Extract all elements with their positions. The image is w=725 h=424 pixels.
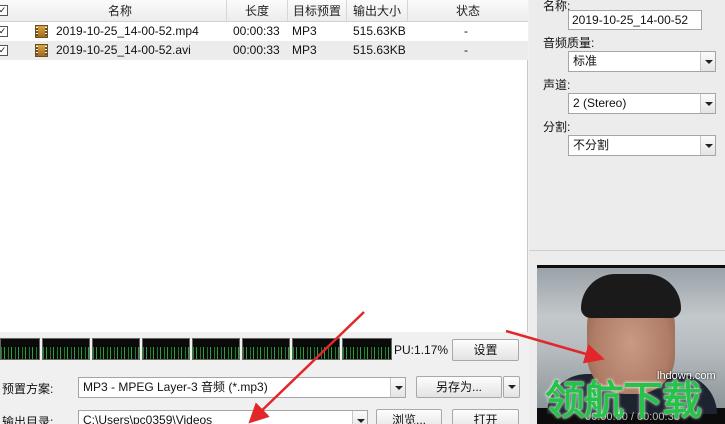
chevron-down-icon[interactable] — [390, 378, 405, 397]
cpu-usage: PU:1.17% — [394, 343, 448, 357]
channel-label: 声道: — [543, 78, 571, 92]
meter-segment — [0, 338, 40, 360]
split-label: 分割: — [543, 120, 571, 134]
output-name-field[interactable]: 2019-10-25_14-00-52 — [568, 10, 702, 30]
video-frame-hair — [581, 274, 681, 318]
chevron-down-icon[interactable] — [700, 94, 715, 113]
channel-select[interactable]: 2 (Stereo) — [568, 93, 716, 114]
file-preset: MP3 — [292, 24, 317, 38]
meter-segment — [242, 338, 290, 360]
file-list-header: ✓ 名称 长度 目标预置 输出大小 状态 — [0, 0, 528, 22]
file-output-size: 515.63KB — [353, 43, 406, 57]
chevron-down-icon[interactable] — [352, 411, 367, 424]
audio-quality-label: 音频质量: — [543, 36, 595, 50]
split-select[interactable]: 不分割 — [568, 135, 716, 156]
file-length: 00:00:33 — [233, 24, 280, 38]
split-value: 不分割 — [573, 138, 610, 152]
save-as-button[interactable]: 另存为... — [416, 376, 502, 398]
file-name: 2019-10-25_14-00-52.avi — [56, 43, 191, 57]
row-checkbox[interactable]: ✓ — [0, 45, 8, 56]
meter-segment — [292, 338, 340, 360]
file-name: 2019-10-25_14-00-52.mp4 — [56, 24, 199, 38]
channel-value: 2 (Stereo) — [573, 96, 627, 110]
preset-label: 预置方案: — [2, 382, 54, 396]
meter-segment — [192, 338, 240, 360]
chevron-down-icon[interactable] — [700, 52, 715, 71]
audio-quality-value: 标准 — [573, 54, 598, 68]
chevron-down-icon — [504, 377, 519, 396]
cpu-value: 1.17% — [414, 343, 449, 357]
file-list[interactable]: ✓ 名称 长度 目标预置 输出大小 状态 ✓ 2019-10-25_14-00-… — [0, 0, 528, 332]
table-row[interactable]: ✓ 2019-10-25_14-00-52.avi 00:00:33 MP3 5… — [0, 41, 528, 60]
browse-button[interactable]: 浏览... — [376, 409, 442, 424]
preset-value: MP3 - MPEG Layer-3 音频 (*.mp3) — [83, 380, 268, 394]
column-header-length[interactable]: 长度 — [227, 0, 288, 22]
output-dir-value: C:\Users\pc0359\Videos — [83, 413, 213, 424]
save-as-menu-button[interactable] — [503, 376, 520, 398]
file-status: - — [464, 24, 468, 38]
row-checkbox[interactable]: ✓ — [0, 26, 8, 37]
preset-select[interactable]: MP3 - MPEG Layer-3 音频 (*.mp3) — [78, 377, 406, 398]
video-file-icon — [35, 44, 48, 57]
select-all-checkbox[interactable]: ✓ — [0, 5, 8, 16]
chevron-down-icon[interactable] — [700, 136, 715, 155]
panel-divider — [529, 250, 725, 251]
meter-segment — [42, 338, 90, 360]
file-output-size: 515.63KB — [353, 24, 406, 38]
table-row[interactable]: ✓ 2019-10-25_14-00-52.mp4 00:00:33 MP3 5… — [0, 22, 528, 41]
column-header-preset[interactable]: 目标预置 — [288, 0, 347, 22]
name-label: 名称: — [543, 0, 571, 13]
meter-segment — [342, 338, 392, 360]
video-file-icon — [35, 25, 48, 38]
output-dir-select[interactable]: C:\Users\pc0359\Videos — [78, 410, 368, 424]
cpu-label: PU: — [394, 343, 415, 357]
settings-button[interactable]: 设置 — [452, 339, 519, 361]
meter-segment — [142, 338, 190, 360]
watermark-logo: 领航下载 — [545, 378, 702, 424]
file-length: 00:00:33 — [233, 43, 280, 57]
output-dir-label: 输出目录: — [2, 415, 54, 424]
meter-segment — [92, 338, 140, 360]
audio-quality-select[interactable]: 标准 — [568, 51, 716, 72]
open-button[interactable]: 打开 — [452, 409, 519, 424]
column-header-status[interactable]: 状态 — [408, 0, 528, 22]
file-preset: MP3 — [292, 43, 317, 57]
column-header-name[interactable]: 名称 — [14, 0, 227, 22]
column-header-size[interactable]: 输出大小 — [347, 0, 408, 22]
file-status: - — [464, 43, 468, 57]
